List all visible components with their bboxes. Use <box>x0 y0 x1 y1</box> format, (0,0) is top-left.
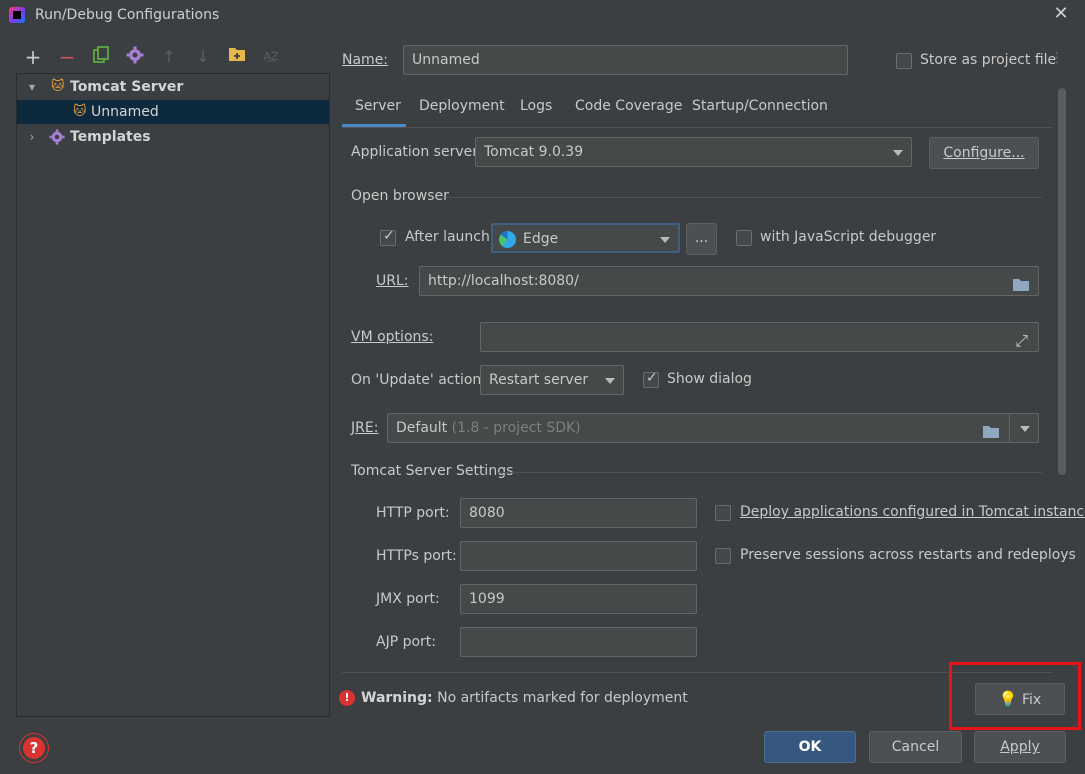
ok-button[interactable]: OK <box>764 731 856 763</box>
wrench-settings-icon <box>49 129 65 153</box>
section-divider <box>497 472 1042 473</box>
vm-options-label: VM options: <box>351 329 434 345</box>
expand-icon[interactable]: ⤢ <box>1015 327 1028 351</box>
tab-code-coverage[interactable]: Code Coverage <box>575 98 682 126</box>
move-down-icon[interactable]: ↓ <box>192 46 214 68</box>
warning-message: Warning: No artifacts marked for deploym… <box>361 690 688 706</box>
tomcat-icon: 🐱 <box>73 104 87 119</box>
add-icon[interactable]: + <box>22 46 44 68</box>
cancel-button[interactable]: Cancel <box>869 731 962 763</box>
http-port-input[interactable]: 8080 <box>460 498 697 528</box>
jre-select[interactable]: Default (1.8 - project SDK) <box>387 413 1039 443</box>
folder-icon[interactable] <box>1012 274 1030 295</box>
show-dialog-label: Show dialog <box>667 371 752 387</box>
vertical-scrollbar[interactable] <box>1058 88 1066 475</box>
tree-item-tomcat-server[interactable]: ▾ 🐱 Tomcat Server <box>17 75 329 99</box>
tab-logs[interactable]: Logs <box>520 98 552 126</box>
on-update-select[interactable]: Restart server <box>480 365 624 395</box>
ajp-port-input[interactable] <box>460 627 697 657</box>
http-port-label: HTTP port: <box>376 505 450 521</box>
tab-server[interactable]: Server <box>355 98 401 126</box>
chevron-right-icon[interactable]: › <box>25 125 39 149</box>
configure-button[interactable]: Configure... <box>929 137 1039 169</box>
copy-icon[interactable] <box>90 46 112 68</box>
name-label: Name: <box>342 52 389 68</box>
dialog-title: Run/Debug Configurations <box>35 7 220 23</box>
chevron-down-icon <box>660 237 670 243</box>
url-label: URL: <box>376 273 409 289</box>
preserve-sessions-checkbox[interactable] <box>715 548 731 564</box>
store-as-project-file-label: Store as project file <box>920 52 1057 68</box>
tree-item-label: Tomcat Server <box>70 79 184 95</box>
url-input[interactable]: http://localhost:8080/ <box>419 266 1039 296</box>
remove-icon[interactable]: − <box>56 46 78 68</box>
more-options-icon[interactable]: ⋮ <box>1050 50 1064 66</box>
chevron-down-icon[interactable] <box>1020 426 1030 432</box>
open-browser-label: Open browser <box>351 188 449 204</box>
sort-icon[interactable]: A͟Z <box>260 46 282 68</box>
settings-icon[interactable] <box>124 46 146 68</box>
javascript-debugger-checkbox[interactable] <box>736 230 752 246</box>
deploy-applications-checkbox[interactable] <box>715 505 731 521</box>
tomcat-icon: 🐱 <box>51 79 65 94</box>
close-icon[interactable]: ✕ <box>1050 3 1072 25</box>
javascript-debugger-label: with JavaScript debugger <box>760 229 937 245</box>
folder-icon[interactable] <box>982 421 1000 442</box>
application-server-select[interactable]: Tomcat 9.0.39 <box>475 137 912 167</box>
apply-button[interactable]: Apply <box>974 731 1066 763</box>
warning-icon: ! <box>339 690 355 706</box>
https-port-input[interactable] <box>460 541 697 571</box>
browser-select[interactable]: Edge <box>491 223 680 253</box>
deploy-applications-label: Deploy applications configured in Tomcat… <box>740 504 1085 520</box>
after-launch-label: After launch <box>405 229 490 245</box>
highlight-box <box>949 662 1081 730</box>
configurations-tree: ▾ 🐱 Tomcat Server 🐱 Unnamed › Templates <box>16 73 330 717</box>
after-launch-checkbox[interactable] <box>380 228 396 246</box>
name-input[interactable]: Unnamed <box>403 45 848 75</box>
show-dialog-checkbox[interactable] <box>643 370 659 388</box>
content-bottom-divider <box>342 672 1052 673</box>
new-folder-icon[interactable] <box>226 46 248 68</box>
tomcat-settings-label: Tomcat Server Settings <box>351 463 514 479</box>
browser-more-button[interactable]: ... <box>686 223 717 255</box>
move-up-icon[interactable]: ↑ <box>158 46 180 68</box>
chevron-down-icon <box>605 378 615 384</box>
intellij-logo-icon <box>9 7 25 23</box>
tree-item-label: Templates <box>70 129 151 145</box>
ajp-port-label: AJP port: <box>376 634 437 650</box>
tree-item-templates[interactable]: › Templates <box>17 125 329 149</box>
store-as-project-file-checkbox[interactable] <box>896 53 912 69</box>
application-server-label: Application server: <box>351 144 483 160</box>
chevron-down-icon[interactable]: ▾ <box>25 75 39 99</box>
combo-divider <box>1009 414 1010 442</box>
https-port-label: HTTPs port: <box>376 548 457 564</box>
tabs-divider <box>342 127 1052 128</box>
tree-item-unnamed[interactable]: 🐱 Unnamed <box>17 100 329 124</box>
tab-deployment[interactable]: Deployment <box>419 98 505 126</box>
preserve-sessions-label: Preserve sessions across restarts and re… <box>740 547 1076 563</box>
tab-startup-connection[interactable]: Startup/Connection <box>692 98 828 126</box>
on-update-label: On 'Update' action: <box>351 372 487 388</box>
jre-hint: (1.8 - project SDK) <box>451 420 581 436</box>
jmx-port-input[interactable]: 1099 <box>460 584 697 614</box>
edge-icon <box>499 231 516 248</box>
tree-item-label: Unnamed <box>91 104 159 120</box>
help-icon[interactable]: ? <box>20 734 48 762</box>
section-divider <box>446 197 1042 198</box>
vm-options-input[interactable]: ⤢ <box>480 322 1039 352</box>
chevron-down-icon <box>893 150 903 156</box>
jre-label: JRE: <box>351 420 379 436</box>
jmx-port-label: JMX port: <box>376 591 440 607</box>
